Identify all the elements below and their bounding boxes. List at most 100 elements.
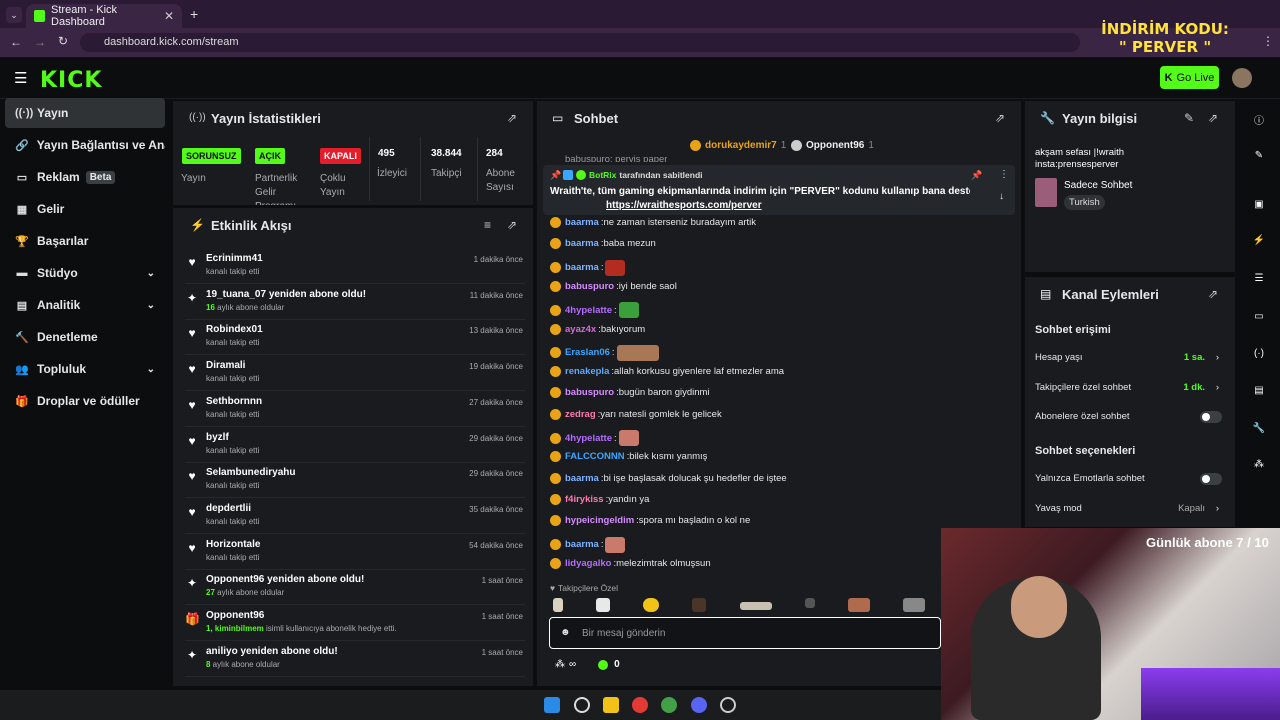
emote-icon[interactable] (643, 598, 660, 612)
popout-icon[interactable]: ⇗ (1208, 287, 1218, 301)
kick-coin-icon[interactable] (598, 659, 609, 670)
chat-message[interactable]: baarma: (550, 259, 626, 276)
chat-username[interactable]: baarma (565, 217, 599, 228)
forward-icon[interactable]: → (34, 35, 46, 49)
chat-username[interactable]: babuspuro (565, 281, 614, 292)
emote-icon[interactable] (692, 598, 707, 612)
chat-username[interactable]: renakepla (565, 366, 609, 377)
chat-message[interactable]: FALCCONNN: bilek kısmı yanmış (550, 451, 707, 463)
go-live-button[interactable]: K Go Live (1160, 66, 1219, 89)
emote-icon[interactable] (739, 602, 772, 610)
chat-username[interactable]: hypeicingeldim (565, 515, 634, 526)
slow-mode-row[interactable]: Yavaş mod Kapalı › (1035, 503, 1227, 514)
emote-icon[interactable] (553, 598, 563, 612)
browser-tab[interactable]: Stream - Kick Dashboard ✕ (26, 4, 182, 28)
chat-username[interactable]: baarma (565, 238, 599, 249)
wrench-icon[interactable]: 🔧 (1250, 423, 1268, 434)
chat-username[interactable]: baarma (565, 262, 599, 273)
chat-username[interactable]: f4irykiss (565, 494, 604, 505)
chat-message[interactable]: baarma: bi işe başlasak dolucak şu hedef… (550, 472, 787, 484)
chat-username[interactable]: babuspuro (565, 387, 614, 398)
sidebar-item-drops[interactable]: 🎁 Droplar ve ödüller (5, 386, 165, 416)
chat-icon[interactable]: ▭ (1250, 311, 1268, 322)
chat-input[interactable]: ☻ Bir mesaj gönderin (549, 617, 941, 649)
popout-icon[interactable]: ⇗ (507, 218, 517, 232)
emote-only-toggle[interactable] (1200, 473, 1222, 485)
search-icon[interactable] (574, 697, 590, 713)
back-icon[interactable]: ← (10, 35, 22, 49)
file-explorer-icon[interactable] (603, 697, 619, 713)
discord-icon[interactable] (691, 697, 707, 713)
sidebar-item-ads[interactable]: ▭ Reklam Beta (5, 162, 165, 192)
channel-actions-icon[interactable]: ▤ (1250, 385, 1268, 396)
emoji-icon[interactable]: ☻ (560, 627, 571, 638)
chat-message[interactable]: baarma: (550, 536, 626, 553)
sidebar-item-stream-key[interactable]: 🔗 Yayın Bağlantısı ve Anahtarı (5, 130, 165, 160)
popout-icon[interactable]: ⇗ (507, 111, 517, 125)
chat-username[interactable]: lidyagalko (565, 558, 611, 569)
edit-icon[interactable]: ✎ (1184, 111, 1194, 125)
tab-menu-button[interactable]: ⌄ (6, 7, 22, 23)
sidebar-item-stream[interactable]: ((·)) Yayın (5, 98, 165, 128)
chat-message[interactable]: baarma: ne zaman isterseniz buradayım ar… (550, 217, 756, 228)
chat-message[interactable]: ayaz4x: bakıyorum (550, 323, 645, 335)
kick-logo[interactable]: KICK (40, 68, 102, 93)
sidebar-item-studio[interactable]: ▬ Stüdyo ⌄ (5, 258, 165, 288)
chat-username[interactable]: FALCCONNN (565, 451, 625, 462)
chat-username[interactable]: zedrag (565, 409, 596, 420)
chat-username[interactable]: 4hypelatte (565, 433, 612, 444)
chrome-icon[interactable] (632, 697, 648, 713)
share-icon[interactable]: ⁂ (1250, 459, 1268, 470)
chat-message[interactable]: babuspuro: bugün baron giydinmi (550, 387, 710, 399)
avatar[interactable] (1232, 68, 1252, 88)
followers-chat-row[interactable]: Takipçilere özel sohbet 1 dk. › (1035, 382, 1227, 393)
chat-message[interactable]: babuspuro: iyi bende saol (550, 280, 677, 292)
emote-picker-row[interactable] (553, 598, 925, 614)
more-icon[interactable]: ⋮ (999, 169, 1009, 180)
emote-icon[interactable] (902, 598, 925, 612)
chat-username[interactable]: baarma (565, 539, 599, 550)
filter-icon[interactable]: ≡ (484, 218, 491, 232)
chat-message[interactable]: lidyagalko: melezimtrak olmuşsun (550, 557, 711, 569)
expand-icon[interactable]: ↓ (999, 191, 1004, 202)
close-tab-icon[interactable]: ✕ (164, 9, 174, 23)
chat-message[interactable]: hypeicingeldim: spora mı başladın o kol … (550, 515, 750, 527)
browser-menu-icon[interactable]: ⋮ (1262, 34, 1274, 48)
points-icon[interactable]: ⁂ (555, 659, 565, 670)
chat-username[interactable]: baarma (565, 473, 599, 484)
reload-icon[interactable]: ↻ (58, 34, 68, 48)
pinned-link[interactable]: https://wraithesports.com/perver (606, 200, 762, 211)
chat-message[interactable]: 4hypelatte: (550, 302, 639, 319)
emote-icon[interactable] (847, 598, 870, 612)
unpin-icon[interactable]: 📌 (971, 170, 982, 181)
emote-icon[interactable] (596, 598, 611, 612)
info-icon[interactable]: ⓘ (1250, 112, 1268, 127)
chat-message[interactable]: f4irykiss: yandın ya (550, 493, 649, 505)
chat-message[interactable]: Eraslan06: (550, 344, 659, 361)
chat-message[interactable]: zedrag: yarı natesli gomlek le gelicek (550, 408, 722, 420)
chat-message[interactable]: baarma: baba mezun (550, 238, 656, 250)
chat-username[interactable]: 4hypelatte (565, 305, 612, 316)
account-age-row[interactable]: Hesap yaşı 1 sa. › (1035, 352, 1227, 363)
list-icon[interactable]: ☰ (1250, 273, 1268, 284)
edit-icon[interactable]: ✎ (1250, 150, 1268, 161)
lightning-icon[interactable]: ⚡ (1250, 235, 1268, 246)
chat-username[interactable]: ayaz4x (565, 324, 596, 335)
sidebar-item-achievements[interactable]: 🏆 Başarılar (5, 226, 165, 256)
address-bar[interactable]: dashboard.kick.com/stream (80, 33, 1080, 52)
chat-username[interactable]: Eraslan06 (565, 347, 610, 358)
popout-icon[interactable]: ⇗ (1208, 111, 1218, 125)
emote-icon[interactable] (804, 598, 815, 608)
new-tab-button[interactable]: + (190, 6, 198, 22)
sidebar-item-revenue[interactable]: ▦ Gelir (5, 194, 165, 224)
chat-message[interactable]: renakepla: allah korkusu giyenlere laf e… (550, 366, 784, 378)
sidebar-item-community[interactable]: 👥 Topluluk ⌄ (5, 354, 165, 384)
stream-icon[interactable]: (·) (1250, 348, 1268, 359)
sidebar-item-analytics[interactable]: ▤ Analitik ⌄ (5, 290, 165, 320)
chrome-active-icon[interactable] (661, 697, 677, 713)
hamburger-menu-icon[interactable]: ☰ (14, 69, 27, 87)
chat-message[interactable]: 4hypelatte: (550, 430, 639, 446)
popout-icon[interactable]: ⇗ (995, 111, 1005, 125)
settings-icon[interactable] (720, 697, 736, 713)
windows-start-icon[interactable] (544, 697, 560, 713)
